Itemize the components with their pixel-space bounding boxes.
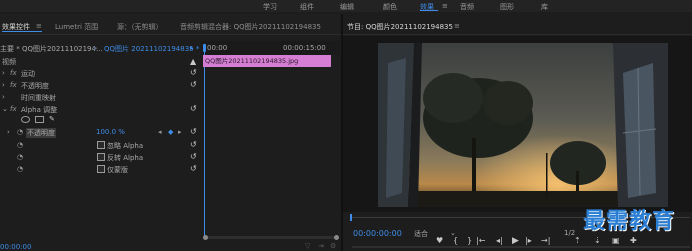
panel-menu-icon[interactable]: ≡ <box>36 22 42 30</box>
play-only-icon[interactable]: ▸ <box>190 44 194 52</box>
reset-icon[interactable]: ↺ <box>190 104 197 113</box>
workspace-graphics[interactable]: 图形 <box>500 2 514 12</box>
opacity-value[interactable]: 100.0 % <box>96 128 125 136</box>
mark-in-icon[interactable]: { <box>453 236 458 245</box>
reset-icon[interactable]: ↺ <box>190 140 197 149</box>
stopwatch-icon[interactable]: ◔ <box>17 128 23 136</box>
mask-only-label: 仅蒙版 <box>107 166 128 174</box>
playhead-marker[interactable] <box>203 44 206 52</box>
reset-icon[interactable]: ↺ <box>190 152 197 161</box>
tab-audio-clip-mixer[interactable]: 音频剪辑混合器: QQ图片20211102194835 <box>180 22 321 32</box>
program-menu-icon[interactable]: ≡ <box>454 22 460 30</box>
workspace-color[interactable]: 颜色 <box>383 2 397 12</box>
master-clip-select[interactable]: 主要 * QQ图片20211102194... <box>0 44 103 54</box>
video-section-label: 视频 <box>2 58 16 66</box>
button-editor-icon[interactable]: ✚ <box>630 236 637 245</box>
program-tabbar-border <box>343 34 692 35</box>
scroll-handle-right[interactable] <box>334 235 339 240</box>
ignore-alpha-checkbox[interactable] <box>97 141 105 149</box>
add-keyframe-icon[interactable]: ◆ <box>168 128 173 136</box>
stopwatch-icon[interactable]: ◔ <box>17 165 23 173</box>
effect-controls-timecode[interactable]: 00:00:00 <box>0 243 31 251</box>
effect-motion[interactable]: 运动 <box>21 69 35 79</box>
active-workspace-indicator <box>420 10 438 11</box>
program-timecode[interactable]: 00:00:00:00 <box>353 229 402 238</box>
invert-alpha-label: 反转 Alpha <box>107 154 144 162</box>
ruler-start-time: 00:00 <box>207 44 228 52</box>
prev-keyframe-icon[interactable]: ◂ <box>158 128 162 136</box>
expand-chevron-icon[interactable]: › <box>2 93 5 101</box>
workspace-bar: 学习 组件 编辑 颜色 效果 ≡ 音频 图形 库 <box>0 0 692 12</box>
program-playhead[interactable] <box>350 214 352 221</box>
workspace-menu-icon[interactable]: ≡ <box>442 2 448 10</box>
effect-alpha-adjust[interactable]: Alpha 调整 <box>21 105 57 115</box>
tab-lumetri-scopes[interactable]: Lumetri 范围 <box>55 22 98 32</box>
mask-only-checkbox[interactable] <box>97 165 105 173</box>
reset-icon[interactable]: ↺ <box>190 127 197 136</box>
watermark-logo: 最需教育 <box>583 209 676 234</box>
clip-arrow-icon: ▸ <box>94 44 98 52</box>
expand-chevron-icon[interactable]: › <box>2 81 5 89</box>
timeline-clip[interactable]: QQ图片20211102194835.jpg <box>203 55 331 67</box>
sequence-clip-select[interactable]: QQ图片 20211102194835 * <box>104 44 199 54</box>
scroll-handle-left[interactable] <box>203 235 208 240</box>
step-back-icon[interactable]: ◂| <box>496 236 503 245</box>
program-zoom-scrollbar[interactable] <box>352 246 690 248</box>
video-frame-image <box>378 43 668 207</box>
effect-opacity[interactable]: 不透明度 <box>21 81 49 91</box>
lift-icon[interactable]: ⇡ <box>574 236 581 245</box>
tabbar-border <box>0 34 341 35</box>
stopwatch-icon[interactable]: ◔ <box>17 153 23 161</box>
expand-chevron-icon[interactable]: › <box>2 69 5 77</box>
program-monitor-title[interactable]: 节目: QQ图片20211102194835 <box>347 22 453 32</box>
reset-icon[interactable]: ↺ <box>190 68 197 77</box>
step-forward-icon[interactable]: |▸ <box>525 236 532 245</box>
workspace-libraries[interactable]: 库 <box>541 2 548 12</box>
collapse-chevron-icon[interactable]: ⌄ <box>2 105 8 113</box>
video-frame <box>378 43 668 207</box>
stopwatch-icon[interactable]: ◔ <box>17 141 23 149</box>
reset-icon[interactable]: ↺ <box>190 164 197 173</box>
tab-source[interactable]: 源：（无剪辑） <box>117 22 163 32</box>
workspace-learn[interactable]: 学习 <box>263 2 277 12</box>
pen-mask-icon[interactable]: ✎ <box>49 115 55 123</box>
export-frame-camera-icon[interactable]: ▣ <box>612 236 620 245</box>
filter-icon[interactable]: ▽ <box>305 242 310 250</box>
ignore-alpha-label: 忽略 Alpha <box>107 142 144 150</box>
section-up-icon[interactable]: ▲ <box>190 57 196 66</box>
fx-badge[interactable]: fx <box>10 69 17 77</box>
fx-badge[interactable]: fx <box>10 81 17 89</box>
opacity-param-label: 不透明度 <box>26 128 56 138</box>
play-icon[interactable]: ▶ <box>512 236 519 246</box>
workspace-audio[interactable]: 音频 <box>460 2 474 12</box>
mark-out-icon[interactable]: } <box>467 236 472 245</box>
workspace-assembly[interactable]: 组件 <box>300 2 314 12</box>
fx-badge[interactable]: fx <box>10 105 17 113</box>
reset-icon[interactable]: ↺ <box>190 80 197 89</box>
playhead-line <box>204 52 205 238</box>
settings-icon[interactable]: ⚙ <box>330 242 336 250</box>
next-keyframe-icon[interactable]: ▸ <box>178 128 182 136</box>
workspace-editing[interactable]: 编辑 <box>340 2 354 12</box>
invert-alpha-checkbox[interactable] <box>97 153 105 161</box>
go-to-out-icon[interactable]: →| <box>541 236 550 245</box>
active-tab-indicator <box>2 31 42 32</box>
effect-time-remapping[interactable]: 时间重映射 <box>21 93 56 103</box>
add-marker-icon[interactable]: ♥ <box>436 236 443 245</box>
go-to-in-icon[interactable]: |← <box>476 236 485 245</box>
ellipse-mask-icon[interactable] <box>21 116 30 123</box>
expand-chevron-icon[interactable]: › <box>7 128 10 136</box>
mini-timeline-scrollbar[interactable] <box>203 236 339 239</box>
rectangle-mask-icon[interactable] <box>35 116 44 123</box>
export-frame-icon[interactable]: ⇥ <box>318 242 324 250</box>
extract-icon[interactable]: ⇣ <box>594 236 601 245</box>
ruler-end-time: 00:00:15:00 <box>283 44 326 52</box>
fit-dropdown[interactable]: 适合 <box>414 229 428 239</box>
